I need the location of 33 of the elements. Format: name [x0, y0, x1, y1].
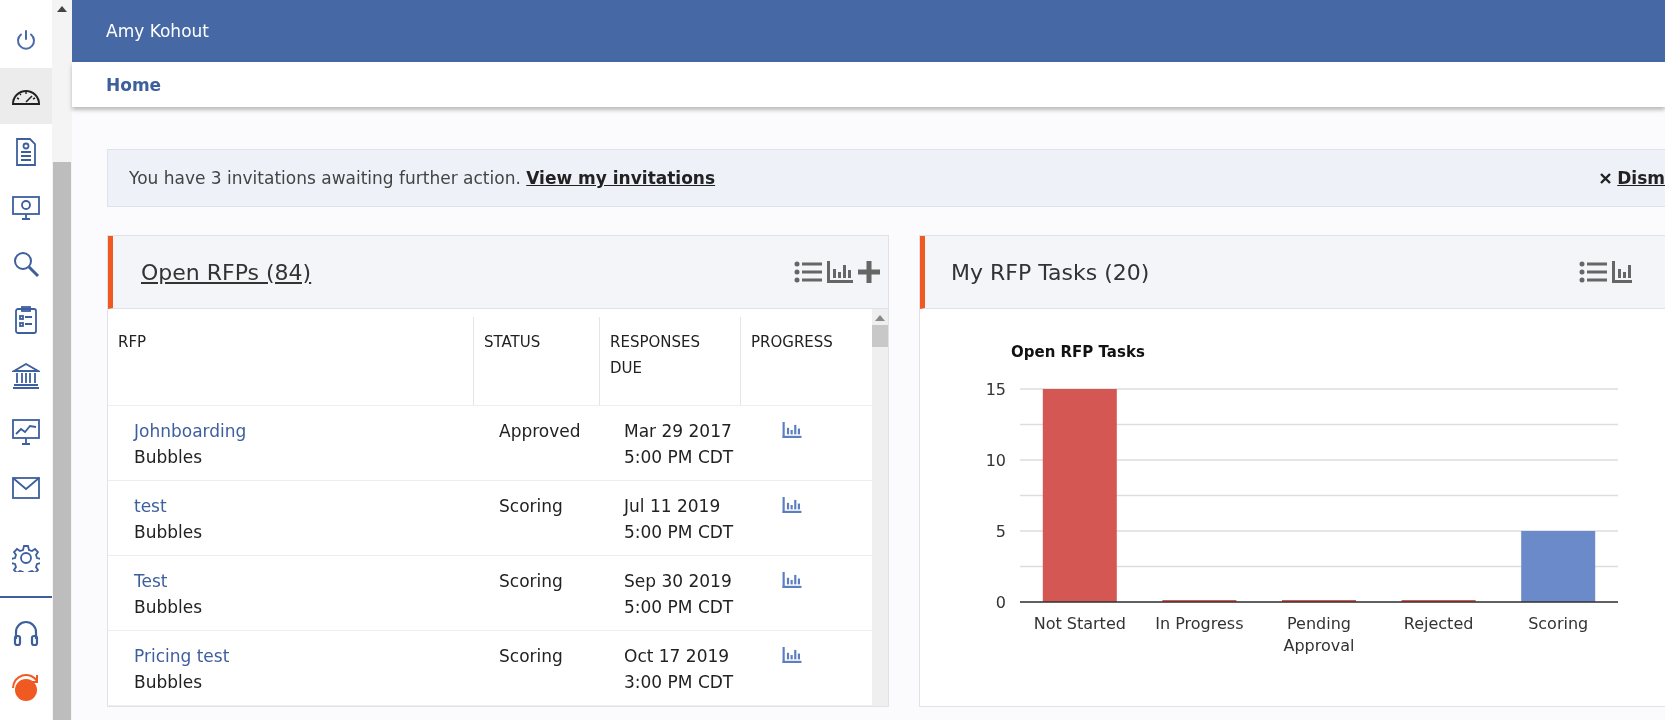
axis-tick-label: 5: [995, 522, 1006, 541]
due-date-text: Sep 30 2019: [624, 570, 733, 593]
due-time-text: 5:00 PM CDT: [624, 596, 735, 619]
axis-tick-label: 10: [985, 451, 1006, 470]
status-text: Scoring: [499, 495, 564, 518]
due-date-text: Oct 17 2019: [624, 645, 731, 668]
due-date-text: Jul 11 2019: [624, 495, 722, 518]
due-time-text: 5:00 PM CDT: [624, 446, 735, 469]
due-time-text: 5:00 PM CDT: [624, 521, 735, 544]
alert-message: You have 3 invitations awaiting further action. View my invitations: [129, 168, 716, 188]
status-text: Approved: [499, 420, 582, 443]
panel-title: My RFP Tasks (20): [951, 259, 1150, 285]
column-header: PROGRESS: [740, 317, 841, 405]
category-label: In Progress: [1155, 614, 1244, 633]
status-text: Scoring: [499, 645, 564, 668]
axis-tick-label: 15: [985, 380, 1006, 399]
organization-text: Bubbles: [134, 521, 204, 544]
column-header: RFP: [117, 332, 148, 353]
axis-tick-label: 0: [995, 593, 1006, 612]
chart-title: Open RFP Tasks: [1011, 343, 1145, 361]
category-label: Pending Approval: [1283, 614, 1355, 655]
due-time-text: 3:00 PM CDT: [624, 671, 735, 694]
category-label: Scoring: [1528, 614, 1589, 633]
user-name: Amy Kohout: [106, 21, 209, 41]
category-label: Not Started: [1033, 614, 1126, 633]
category-label: Rejected: [1403, 614, 1474, 633]
organization-text: Bubbles: [134, 596, 204, 619]
status-text: Scoring: [499, 570, 564, 593]
due-date-text: Mar 29 2017: [624, 420, 733, 443]
column-header: STATUS: [473, 317, 599, 405]
organization-text: Bubbles: [134, 671, 204, 694]
column-header: RESPONSES DUE: [599, 317, 740, 405]
organization-text: Bubbles: [134, 446, 204, 469]
